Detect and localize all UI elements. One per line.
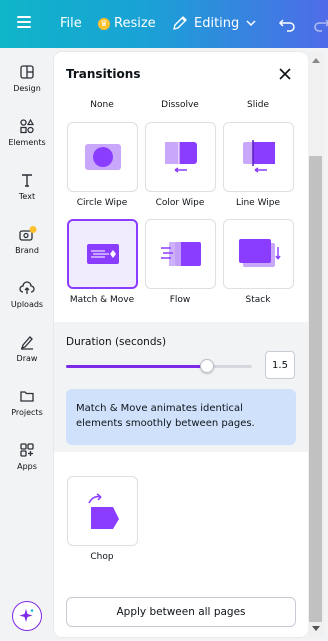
apply-all-pages-button[interactable]: Apply between all pages [66, 597, 296, 627]
transition-dissolve-label[interactable]: Dissolve [145, 100, 215, 110]
transition-none-label[interactable]: None [67, 100, 137, 110]
duration-label: Duration (seconds) [66, 336, 167, 348]
editing-label: Editing [194, 15, 240, 31]
transition-stack[interactable] [223, 219, 294, 289]
sidebar-item-label: Elements [8, 138, 46, 147]
stack-icon [238, 239, 281, 267]
design-icon [20, 65, 34, 79]
sidebar-item-apps[interactable]: Apps [0, 442, 54, 471]
sidebar-item-brand[interactable]: Brand [0, 226, 54, 255]
sidebar-item-draw[interactable]: Draw [0, 334, 54, 363]
sidebar-item-label: Design [13, 84, 41, 93]
sidebar-item-label: Draw [16, 354, 38, 363]
chevron-down-icon [246, 20, 256, 27]
slider-fill [66, 365, 208, 368]
transition-label: Color Wipe [155, 198, 205, 208]
transition-match-move[interactable] [67, 219, 138, 289]
duration-input[interactable]: 1.5 [265, 351, 295, 379]
sidebar-item-design[interactable]: Design [0, 64, 54, 93]
scroll-up-arrow-icon[interactable] [312, 58, 320, 63]
apps-icon [20, 443, 34, 457]
match-move-icon [86, 244, 119, 264]
transition-color-wipe[interactable] [145, 122, 216, 192]
line-wipe-icon [242, 140, 275, 173]
transition-label: Flow [169, 295, 191, 305]
sidebar-item-uploads[interactable]: Uploads [0, 280, 54, 309]
sidebar-item-label: Projects [11, 408, 43, 417]
resize-button[interactable]: ♛ Resize [98, 16, 156, 31]
transition-circle-wipe[interactable] [67, 122, 138, 192]
sidebar-item-elements[interactable]: Elements [0, 118, 54, 147]
brand-icon [19, 226, 37, 241]
transition-label: Match & Move [69, 295, 135, 305]
info-message: Match & Move animates identical elements… [66, 389, 296, 445]
transition-label: Stack [245, 295, 271, 305]
sidebar-item-label: Brand [15, 246, 39, 255]
sidebar-item-projects[interactable]: Projects [0, 388, 54, 417]
close-icon[interactable] [278, 67, 292, 81]
transitions-panel: Transitions None Dissolve Slide Circle W… [54, 52, 308, 637]
redo-icon[interactable] [313, 15, 328, 33]
panel-title: Transitions [66, 67, 141, 81]
color-wipe-icon [164, 142, 197, 173]
panel-header: Transitions [54, 52, 308, 97]
sidebar-item-label: Apps [17, 462, 37, 471]
transition-line-wipe[interactable] [223, 122, 294, 192]
left-sidebar: Design Elements Text Brand Uploads Draw … [0, 48, 54, 641]
top-toolbar: File ♛ Resize Editing [0, 0, 328, 48]
file-menu[interactable]: File [60, 16, 82, 31]
editing-mode-button[interactable]: Editing [172, 15, 257, 31]
magic-sparkle-icon [19, 609, 34, 622]
crown-icon: ♛ [98, 17, 110, 30]
circle-wipe-icon [84, 144, 121, 170]
magic-assistant-button[interactable] [12, 601, 42, 631]
uploads-icon [19, 281, 35, 294]
resize-label: Resize [114, 16, 156, 31]
duration-slider[interactable] [66, 359, 252, 373]
transition-slide-label[interactable]: Slide [223, 100, 293, 110]
transition-label: Chop [90, 552, 114, 562]
projects-icon [20, 391, 34, 402]
undo-icon[interactable] [278, 15, 296, 33]
pencil-icon [173, 16, 187, 30]
sidebar-item-text[interactable]: Text [0, 172, 54, 201]
scrollbar-thumb[interactable] [309, 156, 322, 622]
flow-icon [160, 242, 201, 266]
chop-icon [87, 493, 119, 529]
hamburger-icon[interactable] [17, 16, 31, 30]
sidebar-item-label: Uploads [10, 300, 44, 309]
text-icon [22, 174, 32, 187]
scroll-down-arrow-icon[interactable] [312, 626, 320, 631]
transition-flow[interactable] [145, 219, 216, 289]
elements-icon [20, 118, 35, 134]
draw-icon [20, 336, 33, 350]
sidebar-item-label: Text [18, 192, 36, 201]
transition-chop[interactable] [67, 476, 138, 546]
transition-label: Line Wipe [235, 198, 281, 208]
transition-label: Circle Wipe [76, 198, 128, 208]
